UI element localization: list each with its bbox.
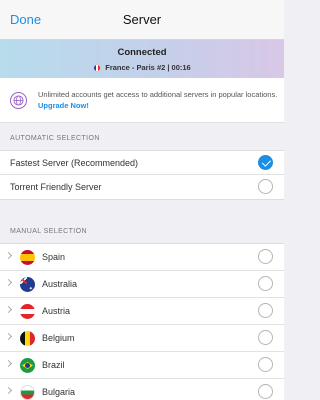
manual-selection-list: Spain Australia Austria Belgium Brazil B… [0,243,284,400]
connection-status-title: Connected [117,47,167,58]
unselected-radio-icon[interactable] [258,384,273,399]
unselected-radio-icon[interactable] [258,179,273,194]
automatic-selection-list: Fastest Server (Recommended) Torrent Fri… [0,150,284,200]
promo-message: Unlimited accounts get access to additio… [38,90,278,111]
connection-location: France - Paris #2 | 00:16 [0,63,284,72]
server-option-label: Torrent Friendly Server [10,182,102,192]
manual-selection-header: MANUAL SELECTION [10,228,87,235]
country-row-australia[interactable]: Australia [0,271,284,298]
page-title: Server [122,12,162,27]
chevron-right-icon[interactable] [4,359,13,368]
chevron-right-icon[interactable] [4,278,13,287]
brazil-flag-icon [20,358,35,373]
france-flag-icon [93,63,102,72]
country-label: Austria [42,306,71,316]
country-label: Bulgaria [42,387,76,397]
unselected-radio-icon[interactable] [258,249,273,264]
unselected-radio-icon[interactable] [258,330,273,345]
unselected-radio-icon[interactable] [258,303,273,318]
promo-text: Unlimited accounts get access to additio… [38,90,278,99]
bulgaria-flag-icon [20,385,35,400]
country-label: Spain [42,252,66,262]
country-row-austria[interactable]: Austria [0,298,284,325]
navigation-bar: Done Server [0,0,284,40]
selected-checkmark-icon[interactable] [258,155,273,170]
automatic-selection-header: AUTOMATIC SELECTION [10,135,100,142]
country-row-spain[interactable]: Spain [0,244,284,271]
belgium-flag-icon [20,331,35,346]
server-option-torrent[interactable]: Torrent Friendly Server [0,175,284,199]
unselected-radio-icon[interactable] [258,276,273,291]
connection-status-banner: Connected France - Paris #2 | 00:16 [0,40,284,78]
country-label: Australia [42,279,78,289]
chevron-right-icon[interactable] [4,305,13,314]
connection-location-text: France - Paris #2 | 00:16 [105,63,191,72]
chevron-right-icon[interactable] [4,386,13,395]
chevron-right-icon[interactable] [4,332,13,341]
country-row-bulgaria[interactable]: Bulgaria [0,379,284,400]
globe-icon [10,92,27,109]
server-option-label: Fastest Server (Recommended) [10,158,139,168]
server-option-fastest[interactable]: Fastest Server (Recommended) [0,151,284,175]
chevron-right-icon[interactable] [4,251,13,260]
country-label: Belgium [42,333,75,343]
upgrade-now-link[interactable]: Upgrade Now! [38,101,89,110]
upgrade-promo: Unlimited accounts get access to additio… [0,78,284,123]
country-row-belgium[interactable]: Belgium [0,325,284,352]
spain-flag-icon [20,250,35,265]
country-row-brazil[interactable]: Brazil [0,352,284,379]
country-label: Brazil [42,360,65,370]
unselected-radio-icon[interactable] [258,357,273,372]
austria-flag-icon [20,304,35,319]
australia-flag-icon [20,277,35,292]
